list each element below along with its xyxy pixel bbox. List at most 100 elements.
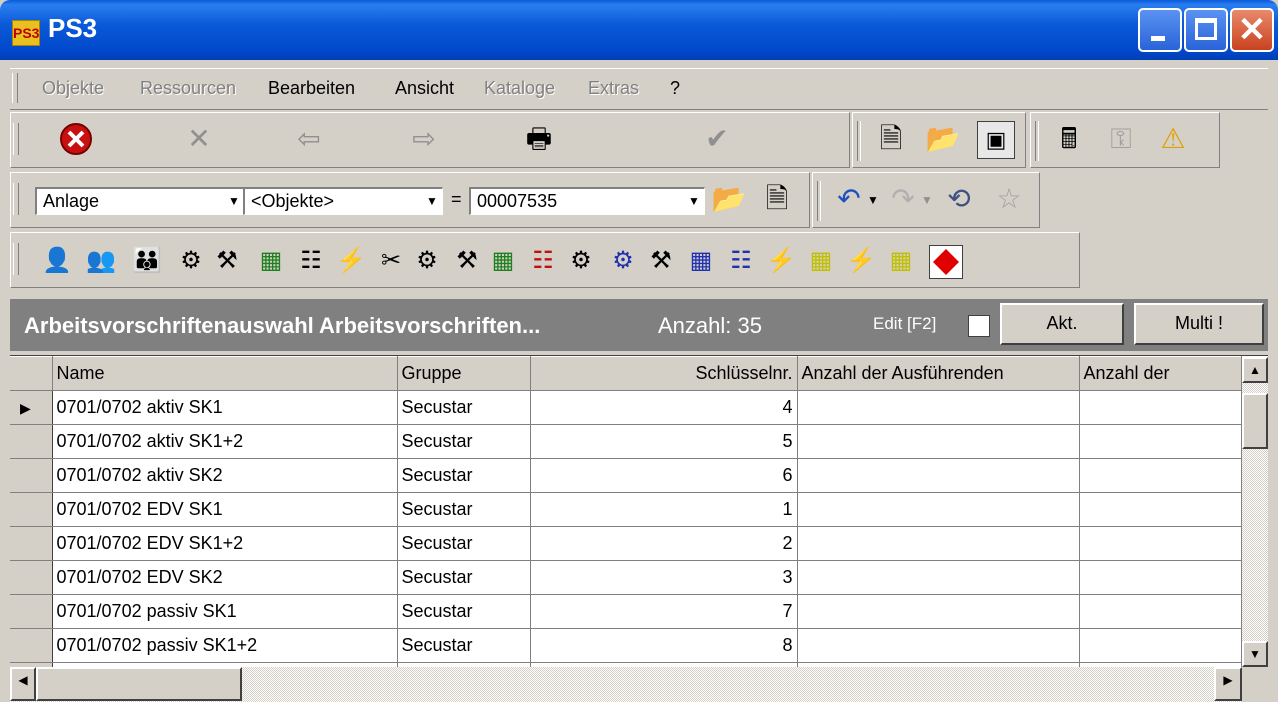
row-indicator[interactable] bbox=[10, 560, 53, 595]
lightning-icon[interactable]: ⚡ bbox=[843, 243, 879, 279]
hierarchy-icon[interactable]: ☷ bbox=[723, 243, 759, 279]
delete-icon[interactable]: ✕ bbox=[181, 121, 217, 157]
menu-bearbeiten[interactable]: Bearbeiten bbox=[268, 78, 355, 99]
vertical-scrollbar[interactable]: ▲ ▼ bbox=[1242, 357, 1268, 667]
hierarchy-icon[interactable]: ☷ bbox=[525, 243, 561, 279]
menu-kataloge[interactable]: Kataloge bbox=[484, 78, 555, 99]
row-indicator[interactable] bbox=[10, 526, 53, 561]
cell-anzahl-der[interactable] bbox=[1079, 492, 1242, 527]
toolbar-grip[interactable] bbox=[13, 183, 19, 215]
akt-button[interactable]: Akt. bbox=[1000, 303, 1124, 345]
chevron-down-icon[interactable]: ▼ bbox=[224, 189, 244, 213]
column-header-schluesselnr[interactable]: Schlüsselnr. bbox=[530, 356, 798, 391]
hierarchy-icon[interactable]: ☷ bbox=[293, 243, 329, 279]
redo-icon[interactable]: ↷ bbox=[885, 181, 921, 217]
building-icon[interactable]: ▦ bbox=[683, 243, 719, 279]
lightning-icon[interactable]: ⚡ bbox=[763, 243, 799, 279]
multi-button[interactable]: Multi ! bbox=[1134, 303, 1264, 345]
menu-grip[interactable] bbox=[12, 73, 18, 103]
cell-anzahl-der[interactable] bbox=[1079, 458, 1242, 493]
cell-name[interactable]: 0701/0702 passiv SK1 bbox=[52, 594, 398, 629]
title-bar[interactable]: PS3 PS3 ✕ bbox=[0, 0, 1278, 60]
refresh-icon[interactable]: ⟲ bbox=[941, 181, 977, 217]
cancel-icon[interactable] bbox=[58, 121, 94, 157]
row-indicator[interactable] bbox=[10, 594, 53, 629]
open-folder-icon[interactable]: 📂 bbox=[711, 181, 747, 217]
cell-anzahl-ausfuehrende[interactable] bbox=[797, 628, 1080, 663]
menu-ansicht[interactable]: Ansicht bbox=[395, 78, 454, 99]
column-header-anzahl-ausfuehrende[interactable]: Anzahl der Ausführenden bbox=[797, 356, 1080, 391]
chevron-down-icon[interactable]: ▼ bbox=[867, 193, 879, 207]
maximize-button[interactable] bbox=[1184, 8, 1228, 52]
hammer-icon[interactable]: ⚒ bbox=[643, 243, 679, 279]
cell-name[interactable]: 0701/0702 passiv SK1+2 bbox=[52, 628, 398, 663]
cell-schluesselnr[interactable]: 2 bbox=[530, 526, 798, 561]
toolbar-grip[interactable] bbox=[13, 243, 19, 275]
column-header-gruppe[interactable]: Gruppe bbox=[397, 356, 531, 391]
team-icon[interactable]: 👪 bbox=[129, 243, 165, 279]
close-window-button[interactable]: ✕ bbox=[1230, 8, 1274, 52]
table-row[interactable]: 0701/0702 aktiv SK1+2 Secustar 5 bbox=[10, 424, 1242, 459]
checkmark-icon[interactable]: ✔ bbox=[699, 121, 735, 157]
building-icon[interactable]: ▦ bbox=[883, 243, 919, 279]
new-document-icon[interactable]: 🗎 bbox=[873, 121, 909, 157]
machine-icon[interactable]: ⚙ bbox=[409, 243, 445, 279]
table-row[interactable]: 0701/0702 EDV SK1+2 Secustar 2 bbox=[10, 526, 1242, 561]
new-document-icon[interactable]: 🗎 bbox=[759, 181, 795, 217]
object-number-select[interactable]: 00007535 ▼ bbox=[469, 187, 705, 215]
building-icon[interactable]: ▦ bbox=[485, 243, 521, 279]
cell-schluesselnr[interactable]: 1 bbox=[530, 492, 798, 527]
vertical-scroll-thumb[interactable] bbox=[1242, 393, 1268, 449]
cell-anzahl-ausfuehrende[interactable] bbox=[797, 492, 1080, 527]
cell-schluesselnr[interactable]: 7 bbox=[530, 594, 798, 629]
cell-name[interactable]: 0701/0702 aktiv SK1 bbox=[52, 390, 398, 425]
cell-name[interactable]: 0701/0702 EDV SK1+2 bbox=[52, 526, 398, 561]
column-header-name[interactable]: Name bbox=[52, 356, 398, 391]
building-icon[interactable]: ▦ bbox=[803, 243, 839, 279]
undo-icon[interactable]: ↶ bbox=[831, 181, 867, 217]
row-indicator[interactable] bbox=[10, 458, 53, 493]
row-indicator[interactable] bbox=[10, 628, 53, 663]
open-folder-icon[interactable]: 📂 bbox=[925, 121, 961, 157]
cell-schluesselnr[interactable]: 5 bbox=[530, 424, 798, 459]
stop-icon[interactable] bbox=[929, 245, 963, 279]
group-icon[interactable]: 👥 bbox=[83, 243, 119, 279]
lightning-icon[interactable]: ⚡ bbox=[333, 243, 369, 279]
row-indicator[interactable] bbox=[10, 492, 53, 527]
cell-anzahl-ausfuehrende[interactable] bbox=[797, 458, 1080, 493]
star-icon[interactable]: ☆ bbox=[991, 181, 1027, 217]
cell-anzahl-der[interactable] bbox=[1079, 628, 1242, 663]
toolbar-grip[interactable] bbox=[13, 123, 19, 155]
machine-icon[interactable]: ⚙ bbox=[173, 243, 209, 279]
cell-anzahl-der[interactable] bbox=[1079, 594, 1242, 629]
table-row[interactable]: 0701/0702 passiv SK1+2 Secustar 8 bbox=[10, 628, 1242, 663]
cell-anzahl-der[interactable] bbox=[1079, 526, 1242, 561]
chevron-down-icon[interactable]: ▼ bbox=[684, 189, 704, 213]
cell-gruppe[interactable]: Secustar bbox=[397, 424, 531, 459]
cell-name[interactable]: 0701/0702 EDV SK2 bbox=[52, 560, 398, 595]
cell-gruppe[interactable]: Secustar bbox=[397, 526, 531, 561]
object-select[interactable]: <Objekte> ▼ bbox=[243, 187, 443, 215]
cell-anzahl-ausfuehrende[interactable] bbox=[797, 390, 1080, 425]
menu-help[interactable]: ? bbox=[670, 78, 680, 99]
building-icon[interactable]: ▦ bbox=[253, 243, 289, 279]
table-row[interactable]: 0701/0702 passiv SK1 Secustar 7 bbox=[10, 594, 1242, 629]
cell-gruppe[interactable]: Secustar bbox=[397, 560, 531, 595]
scroll-down-button[interactable]: ▼ bbox=[1242, 641, 1268, 667]
person-icon[interactable]: 👤 bbox=[39, 243, 75, 279]
calculator-icon[interactable]: 🖩 bbox=[1051, 121, 1087, 157]
back-arrow-icon[interactable]: ⇦ bbox=[291, 121, 327, 157]
cell-gruppe[interactable]: Secustar bbox=[397, 390, 531, 425]
horizontal-scroll-thumb[interactable] bbox=[36, 667, 242, 701]
chevron-down-icon[interactable]: ▼ bbox=[921, 193, 933, 207]
hammer-icon[interactable]: ⚒ bbox=[209, 243, 245, 279]
column-header-anzahl-der[interactable]: Anzahl der bbox=[1079, 356, 1242, 391]
hammer-icon[interactable]: ⚒ bbox=[449, 243, 485, 279]
cell-name[interactable]: 0701/0702 aktiv SK2 bbox=[52, 458, 398, 493]
row-indicator[interactable] bbox=[10, 424, 53, 459]
table-row[interactable]: 0701/0702 aktiv SK2 Secustar 6 bbox=[10, 458, 1242, 493]
row-indicator[interactable]: ▶ bbox=[10, 390, 53, 425]
menu-objekte[interactable]: Objekte bbox=[42, 78, 104, 99]
gear-icon[interactable]: ⚙ bbox=[563, 243, 599, 279]
cell-schluesselnr[interactable]: 8 bbox=[530, 628, 798, 663]
